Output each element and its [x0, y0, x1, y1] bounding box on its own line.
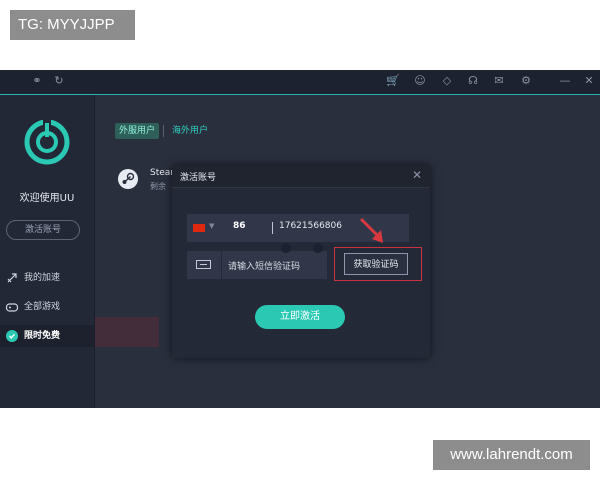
get-code-button[interactable]: 获取验证码	[344, 253, 408, 275]
sidebar-item-label: 限时免费	[24, 331, 61, 341]
page-dot	[313, 243, 323, 253]
chat-icon[interactable]: ☺	[413, 74, 427, 88]
watermark-top-left: TG: MYYJJPP	[10, 10, 135, 40]
sidebar-item-label: 全部游戏	[24, 302, 61, 312]
country-code: 86	[233, 221, 246, 231]
refresh-icon[interactable]: ↻	[52, 74, 66, 88]
page-dot	[281, 243, 291, 253]
rocket-icon	[7, 273, 17, 283]
tab-divider	[163, 125, 165, 137]
dialog-title: 激活账号	[180, 173, 217, 183]
activate-now-button[interactable]: 立即激活	[255, 305, 345, 329]
tab-overseas-user[interactable]: 海外用户	[168, 123, 212, 139]
tab-overseas-server[interactable]: 外服用户	[115, 123, 160, 139]
close-window-icon[interactable]: ✕	[582, 74, 596, 88]
sidebar-item-label: 我的加速	[24, 273, 61, 283]
gamepad-icon	[5, 303, 19, 312]
red-arrow-icon	[360, 218, 383, 243]
dialog-header: 激活账号 ✕	[172, 165, 430, 188]
region-tabs: 外服用户 海外用户	[115, 123, 212, 139]
mail-icon[interactable]: ✉	[492, 74, 506, 88]
watermark-bottom-right: www.lahrendt.com	[433, 440, 590, 470]
headset-icon[interactable]: ☊	[466, 74, 480, 88]
activate-account-dialog: 激活账号 ✕ ▼ 86 17621566806 请输入短信验证码 获取验证码 立…	[172, 165, 430, 358]
minimize-icon[interactable]: —	[558, 74, 572, 88]
cart-icon[interactable]: 🛒	[386, 74, 400, 88]
sms-code-input[interactable]: 请输入短信验证码	[228, 259, 300, 272]
title-bar: ⚭ ↻ 🛒 ☺ ◇ ☊ ✉ ⚙ — ✕	[0, 70, 600, 95]
chevron-down-icon[interactable]: ▼	[209, 222, 214, 230]
china-flag-icon[interactable]	[193, 224, 205, 232]
sms-code-input-row[interactable]: 请输入短信验证码	[187, 251, 327, 279]
sms-icon-box	[187, 251, 222, 279]
input-divider	[272, 222, 273, 234]
sidebar-item-my-boost[interactable]: 我的加速	[0, 267, 94, 289]
activate-account-button[interactable]: 激活账号	[6, 220, 80, 240]
gift-icon	[6, 330, 18, 342]
tag-icon[interactable]: ◇	[440, 74, 454, 88]
close-icon[interactable]: ✕	[412, 168, 422, 182]
keyboard-icon	[196, 260, 211, 269]
link-icon[interactable]: ⚭	[30, 74, 44, 88]
game-subtitle: 剩余	[150, 182, 166, 191]
phone-input[interactable]: 17621566806	[279, 221, 342, 231]
uu-logo-icon	[24, 119, 70, 165]
game-title: Stear	[150, 168, 174, 178]
gear-icon[interactable]: ⚙	[519, 74, 533, 88]
welcome-text: 欢迎使用UU	[19, 193, 75, 204]
sidebar-item-free[interactable]: 限时免费	[0, 325, 94, 347]
sidebar: 欢迎使用UU 激活账号 我的加速 全部游戏 限时免费	[0, 95, 95, 408]
sidebar-item-all-games[interactable]: 全部游戏	[0, 296, 94, 318]
promo-highlight	[95, 317, 159, 347]
steam-icon	[118, 169, 138, 189]
